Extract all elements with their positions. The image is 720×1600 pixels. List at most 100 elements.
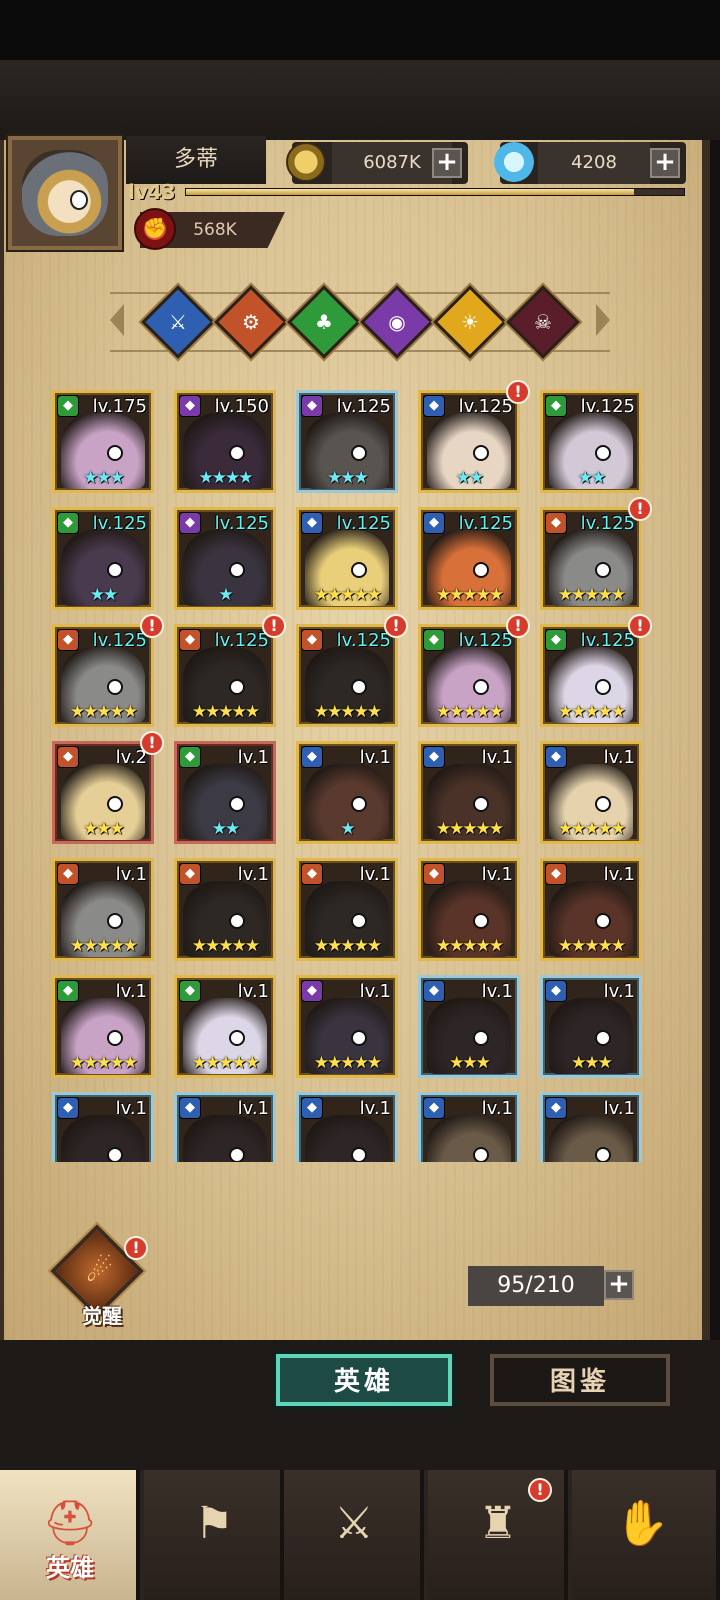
hero-level: lv.1: [359, 864, 391, 885]
hero-card[interactable]: ◆ lv.1 ★★★★★: [174, 975, 276, 1078]
hero-card[interactable]: ◆ lv.125 ★★: [52, 507, 154, 610]
hero-eye: [351, 1030, 367, 1046]
hero-card[interactable]: ◆ lv.1 ★★★★★: [540, 741, 642, 844]
hero-card[interactable]: ◆ lv.125 ★★★★★: [52, 624, 154, 727]
expand-slots-button[interactable]: +: [604, 1270, 634, 1300]
hero-card[interactable]: ◆ lv.1 ★★★★★: [52, 858, 154, 961]
hero-card[interactable]: ◆ lv.125 ★★★★★: [540, 624, 642, 727]
hero-class-icon: ◆: [423, 512, 445, 534]
hero-class-icon: ◆: [423, 1097, 445, 1119]
hero-card[interactable]: ◆ lv.1: [296, 1092, 398, 1162]
hero-card[interactable]: ◆ lv.125 ★★★★★: [418, 507, 520, 610]
nav-crossed-swords[interactable]: ⚔: [284, 1470, 424, 1600]
hero-card[interactable]: ◆ lv.125 ★★★★★: [296, 624, 398, 727]
flag-icon: ⚑: [194, 1498, 234, 1549]
hero-class-icon: ◆: [179, 1097, 201, 1119]
hero-card[interactable]: ◆ lv.125 ★: [174, 507, 276, 610]
hero-card[interactable]: ◆ lv.125 ★★: [418, 390, 520, 493]
tab-heroes[interactable]: 英雄: [276, 1354, 452, 1406]
hero-stars: ★★★★★: [191, 702, 260, 722]
avatar-portrait: [22, 150, 108, 236]
hero-stars: ★★: [89, 585, 118, 605]
hero-card[interactable]: ◆ lv.1 ★★★★★: [174, 858, 276, 961]
hero-class-icon: ◆: [545, 980, 567, 1002]
hero-stars: ★★★★★: [435, 585, 504, 605]
hero-eye: [473, 796, 489, 812]
nav-handshake[interactable]: ✋: [572, 1470, 720, 1600]
hero-card[interactable]: ◆ lv.1 ★★★: [540, 975, 642, 1078]
hero-portrait: [305, 1115, 389, 1162]
hero-eye: [473, 445, 489, 461]
hero-class-icon: ◆: [179, 395, 201, 417]
filter-right-arrow[interactable]: [596, 304, 610, 336]
skull-faction-icon-glyph: ☠: [534, 310, 552, 334]
hero-card[interactable]: ◆ lv.1 ★★★★★: [540, 858, 642, 961]
hero-class-icon: ◆: [57, 980, 79, 1002]
hero-card[interactable]: ◆ lv.2 ★★★: [52, 741, 154, 844]
hero-eye: [229, 679, 245, 695]
hero-card[interactable]: ◆ lv.1 ★★★: [418, 975, 520, 1078]
hero-portrait: [549, 1115, 633, 1162]
handshake-icon: ✋: [614, 1498, 670, 1549]
hero-class-icon: ◆: [545, 512, 567, 534]
awaken-alert-badge: !: [124, 1236, 148, 1260]
hero-eye: [351, 562, 367, 578]
hero-card[interactable]: ◆ lv.1 ★★★★★: [418, 741, 520, 844]
hero-card[interactable]: ◆ lv.1 ★★★★★: [296, 975, 398, 1078]
hero-class-icon: ◆: [57, 512, 79, 534]
hero-card[interactable]: ◆ lv.125 ★★★★★: [540, 507, 642, 610]
hero-eye: [595, 562, 611, 578]
tower-icon: ♜: [478, 1498, 518, 1549]
hero-level: lv.125: [336, 630, 391, 651]
hero-eye: [351, 913, 367, 929]
hero-class-icon: ◆: [545, 629, 567, 651]
filter-left-arrow[interactable]: [110, 304, 124, 336]
hero-card[interactable]: ◆ lv.1 ★★★★★: [52, 975, 154, 1078]
add-gems-button[interactable]: +: [650, 148, 680, 178]
tab-codex[interactable]: 图鉴: [490, 1354, 670, 1406]
sun-faction-icon-glyph: ☀: [461, 310, 479, 334]
hero-count: 95/210: [468, 1266, 604, 1306]
hero-level: lv.1: [603, 747, 635, 768]
hero-card[interactable]: ◆ lv.1 ★★★★★: [418, 858, 520, 961]
hero-class-icon: ◆: [545, 746, 567, 768]
nav-helmet[interactable]: ⛑ 英雄: [0, 1470, 140, 1600]
hero-card[interactable]: ◆ lv.1 ★★★★★: [296, 858, 398, 961]
hero-stars: ★★★★★: [435, 702, 504, 722]
hero-stars: ★: [340, 819, 355, 839]
hero-class-icon: ◆: [545, 863, 567, 885]
hero-card[interactable]: ◆ lv.1: [52, 1092, 154, 1162]
diamond-icon: [494, 142, 534, 182]
hero-level: lv.125: [92, 513, 147, 534]
hero-portrait: [427, 1115, 511, 1162]
nav-flag[interactable]: ⚑: [144, 1470, 284, 1600]
hero-card[interactable]: ◆ lv.125 ★★★★★: [418, 624, 520, 727]
player-avatar[interactable]: [8, 136, 122, 250]
hero-card[interactable]: ◆ lv.150 ★★★★: [174, 390, 276, 493]
hero-stars: ★★★★★: [69, 702, 138, 722]
hero-card[interactable]: ◆ lv.125 ★★: [540, 390, 642, 493]
hero-class-icon: ◆: [545, 395, 567, 417]
hero-card[interactable]: ◆ lv.1: [418, 1092, 520, 1162]
hero-card[interactable]: ◆ lv.125 ★★★★★: [296, 507, 398, 610]
hero-class-icon: ◆: [57, 395, 79, 417]
hero-class-icon: ◆: [179, 512, 201, 534]
hero-level: lv.1: [115, 981, 147, 1002]
hero-card[interactable]: ◆ lv.175 ★★★: [52, 390, 154, 493]
hero-card[interactable]: ◆ lv.1 ★★: [174, 741, 276, 844]
add-gold-button[interactable]: +: [432, 148, 462, 178]
hero-stars: ★★★★★: [435, 936, 504, 956]
hero-eye: [229, 913, 245, 929]
hero-class-icon: ◆: [179, 863, 201, 885]
hero-level: lv.1: [115, 864, 147, 885]
hero-card[interactable]: ◆ lv.125 ★★★★★: [174, 624, 276, 727]
hero-card[interactable]: ◆ lv.1: [540, 1092, 642, 1162]
hero-stars: ★★★★★: [191, 936, 260, 956]
hero-class-icon: ◆: [545, 1097, 567, 1119]
xp-bar: [185, 188, 685, 196]
hero-alert-badge: !: [506, 614, 530, 638]
hero-alert-badge: !: [262, 614, 286, 638]
hero-card[interactable]: ◆ lv.1 ★: [296, 741, 398, 844]
hero-card[interactable]: ◆ lv.1: [174, 1092, 276, 1162]
hero-card[interactable]: ◆ lv.125 ★★★: [296, 390, 398, 493]
